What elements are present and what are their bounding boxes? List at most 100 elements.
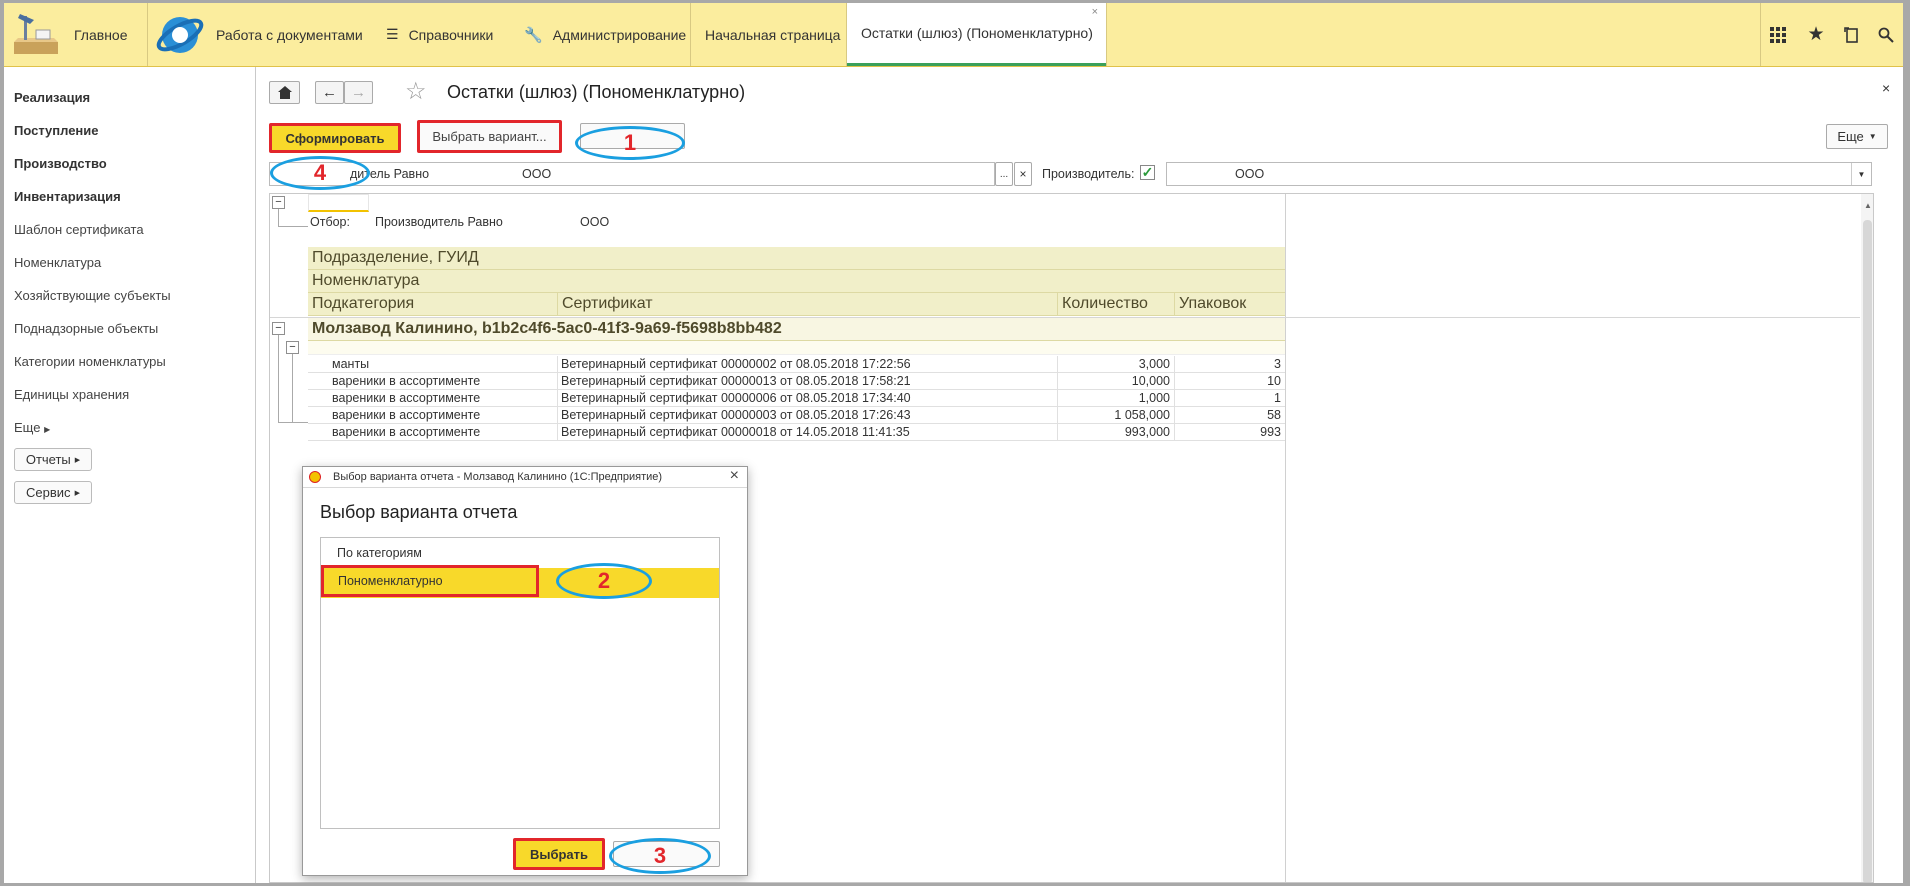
table-row[interactable]: вареники в ассортименте Ветеринарный серт… [308,373,1285,390]
cell-quantity: 3,000 [1058,356,1175,373]
form-title: Остатки (шлюз) (Пономенклатурно) [447,82,746,102]
generate-button[interactable]: Сформировать [269,123,401,153]
search-icon[interactable] [1874,3,1898,66]
annotation-1: 1 [575,126,685,160]
scrollbar[interactable]: ▲ [1861,194,1873,882]
cell-certificate: Ветеринарный сертификат 00000006 от 08.0… [558,390,1058,407]
cell-certificate: Ветеринарный сертификат 00000003 от 08.0… [558,407,1058,424]
sidebar-item-production[interactable]: Производство [14,156,107,171]
sidebar-item-categories[interactable]: Категории номенклатуры [14,354,166,369]
table-row[interactable]: манты Ветеринарный сертификат 00000002 от… [308,356,1285,373]
reports-button[interactable]: Отчеты ▶ [14,448,92,471]
section-references[interactable]: ☰ Справочники [386,3,506,66]
table-row[interactable]: вареники в ассортименте Ветеринарный серт… [308,407,1285,424]
cell-packages: 993 [1260,425,1281,439]
section-documents[interactable]: Работа с документами [154,3,364,66]
sidebar-item-units[interactable]: Единицы хранения [14,387,129,402]
filter-label: Отбор: [310,215,350,229]
dialog-titlebar: Выбор варианта отчета - Молзавод Калинин… [303,467,747,488]
home-button[interactable] [269,81,300,104]
forward-button[interactable]: → [344,81,373,104]
service-button[interactable]: Сервис ▶ [14,481,92,504]
producer-select[interactable]: ООО ▼ [1166,162,1872,186]
sidebar-item-sales[interactable]: Реализация [14,90,90,105]
chevron-right-icon: ▶ [74,489,80,497]
cell-quantity: 10,000 [1058,373,1175,390]
tab-home-page[interactable]: Начальная страница [691,3,846,66]
cell-certificate: Ветеринарный сертификат 00000018 от 14.0… [558,424,1058,441]
more-button[interactable]: Еще ▼ [1826,124,1888,149]
col-header-subcategory: Подкатегория [308,293,558,316]
cell-quantity: 1 058,000 [1058,407,1175,424]
history-icon[interactable] [1840,3,1864,66]
active-cell [308,194,369,212]
sidebar-item-entities[interactable]: Хозяйствующие субъекты [14,288,171,303]
cell-packages: 1 [1274,391,1281,405]
producer-checkbox[interactable]: ✓ [1140,165,1155,180]
chevron-right-icon: ▶ [74,456,81,464]
cell-packages: 3 [1274,357,1281,371]
choose-variant-button[interactable]: Выбрать вариант... [417,120,562,153]
group-row: Молзавод Калинино, b1b2c4f6-5ac0-41f3-9a… [308,318,1285,341]
sidebar-item-inventory[interactable]: Инвентаризация [14,189,121,204]
table-row[interactable]: вареники в ассортименте Ветеринарный серт… [308,424,1285,441]
cell-packages: 10 [1267,374,1281,388]
clear-filter-button[interactable]: × [1014,162,1032,186]
variant-option-by-category[interactable]: По категориям [321,543,719,563]
tab-close-icon[interactable]: × [1092,6,1098,18]
sidebar-item-cert-template[interactable]: Шаблон сертификата [14,222,144,237]
cell-subcategory: вареники в ассортименте [308,407,558,424]
select-ellipsis-button[interactable]: ... [995,162,1013,186]
more-label: Еще [1837,129,1864,144]
annotation-4: 4 [270,156,370,190]
arrow-left-icon: ← [322,84,337,101]
desk-lamp-icon [10,10,62,60]
wrench-icon: 🔧 [524,26,543,44]
favorites-star-icon[interactable]: ★ [1804,3,1828,66]
cell-subcategory: вареники в ассортименте [308,424,558,441]
cell-packages: 58 [1267,408,1281,422]
chevron-down-icon[interactable]: ▼ [1851,163,1871,185]
sidebar-item-supervised[interactable]: Поднадзорные объекты [14,321,158,336]
variant-option-by-nomenclature[interactable]: Пономенклатурно [321,565,719,598]
back-button[interactable]: ← [315,81,344,104]
variant-list[interactable]: По категориям Пономенклатурно [320,537,720,829]
tab-stock-report-label: Остатки (шлюз) (Пономенклатурно) [861,25,1093,41]
scroll-up-icon[interactable]: ▲ [1864,201,1872,210]
filter-field: Производитель Равно [375,215,503,229]
apps-grid-icon[interactable] [1766,3,1790,66]
cell-certificate: Ветеринарный сертификат 00000002 от 08.0… [558,356,1058,373]
filter-value: ООО [580,215,610,229]
arrow-right-icon: → [351,84,366,101]
section-admin[interactable]: 🔧 Администрирование [524,3,689,66]
variant-dialog: Выбор варианта отчета - Молзавод Калинин… [302,466,748,876]
tab-home-page-label: Начальная страница [705,26,841,43]
favorite-star-icon[interactable]: ☆ [405,77,427,106]
list-icon: ☰ [386,26,399,42]
filter-text-field[interactable]: дитель Равно ООО [269,162,995,186]
sidebar-item-receipts[interactable]: Поступление [14,123,99,138]
tab-stock-report[interactable]: Остатки (шлюз) (Пономенклатурно) × [847,3,1106,66]
globe-logo-icon [154,10,206,60]
variant-option-label: Пономенклатурно [321,565,539,597]
dialog-heading: Выбор варианта отчета [320,502,518,522]
table-row[interactable]: вареники в ассортименте Ветеринарный серт… [308,390,1285,407]
collapse-icon[interactable]: − [272,196,285,209]
cell-certificate: Ветеринарный сертификат 00000013 от 08.0… [558,373,1058,390]
annotation-2: 2 [556,563,652,599]
col-header-quantity: Количество [1058,293,1175,316]
collapse-subgroup-icon[interactable]: − [286,341,299,354]
form-close-icon[interactable]: × [1882,80,1890,96]
home-icon [277,86,292,99]
scroll-thumb[interactable] [1863,220,1872,882]
service-label: Сервис [26,485,71,500]
main-section[interactable]: Главное [10,3,145,66]
header-group-nomenclature: Номенклатура [308,270,1285,293]
sidebar-item-more[interactable]: Еще ▶ [14,420,50,435]
dialog-close-icon[interactable]: × [730,467,739,485]
cell-subcategory: вареники в ассортименте [308,390,558,407]
select-button[interactable]: Выбрать [513,838,605,870]
chevron-down-icon: ▼ [1868,132,1877,141]
sidebar-item-nomenclature[interactable]: Номенклатура [14,255,101,270]
collapse-group-icon[interactable]: − [272,322,285,335]
